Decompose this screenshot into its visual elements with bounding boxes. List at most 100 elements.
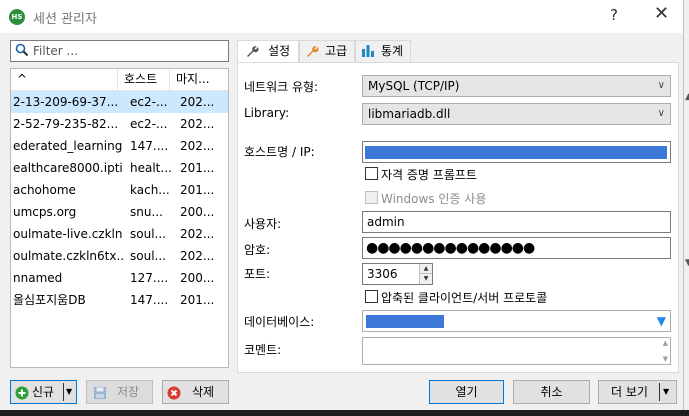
redacted-database-value — [366, 315, 444, 328]
checkbox-box[interactable] — [365, 290, 378, 303]
delete-session-label: 삭제 — [192, 385, 215, 399]
filter-input[interactable] — [33, 43, 223, 59]
tab-settings[interactable]: 설정 — [237, 40, 299, 63]
column-header-host[interactable]: 호스트 — [118, 69, 170, 90]
split-divider — [63, 383, 64, 401]
user-input[interactable]: admin — [362, 211, 671, 233]
table-row[interactable]: nnamed 127.... 200... — [11, 267, 228, 289]
title-bar: HS 세션 관리자 ? ✕ — [0, 0, 689, 33]
tab-settings-label: 설정 — [268, 44, 291, 58]
library-select[interactable]: libmariadb.dll ∨ — [362, 103, 671, 125]
close-button[interactable]: ✕ — [654, 3, 669, 24]
table-row[interactable]: umcps.org snu... 200... — [11, 201, 228, 223]
wrench-orange-icon — [305, 44, 319, 64]
library-label: Library: — [244, 106, 290, 120]
table-cell-host: healt... — [130, 161, 172, 175]
compressed-protocol-label: 압축된 클라이언트/서버 프로토콜 — [381, 291, 548, 305]
scroll-mark-icon: ▼ — [685, 258, 689, 268]
column-header-last-connect[interactable]: 마지... — [170, 69, 228, 90]
cancel-button[interactable]: 취소 — [513, 380, 590, 404]
table-cell-host: snu... — [130, 205, 163, 219]
comment-label: 코멘트: — [244, 343, 282, 357]
windows-auth-checkbox[interactable]: Windows 인증 사용 — [365, 190, 486, 207]
table-cell-last: 202... — [180, 117, 215, 131]
table-cell-last: 200... — [180, 205, 215, 219]
table-cell-last: 201... — [180, 293, 215, 307]
tab-advanced-label: 고급 — [325, 44, 348, 58]
table-cell-name: ealthcare8000.ipti... — [13, 161, 123, 175]
tab-statistics-label: 통계 — [381, 44, 404, 58]
table-row[interactable]: 2-13-209-69-37... ec2-... 202... — [11, 91, 228, 113]
wrench-icon — [245, 44, 259, 64]
table-cell-last: 201... — [180, 161, 215, 175]
scroll-up-icon[interactable]: ▲ — [663, 339, 668, 347]
table-row[interactable]: oulmate.czkln6tx... soul... 202... — [11, 245, 228, 267]
table-cell-host: soul... — [130, 249, 166, 263]
database-label: 데이터베이스: — [244, 315, 315, 329]
table-cell-name: oulmate-live.czkln... — [13, 227, 123, 241]
table-cell-host: ec2-... — [130, 117, 168, 131]
table-row[interactable]: 올심포지움DB 147.... 201... — [11, 289, 228, 311]
scroll-down-icon[interactable]: ▼ — [663, 355, 668, 363]
table-cell-name: 2-52-79-235-82... — [13, 117, 119, 131]
table-row[interactable]: ealthcare8000.ipti... healt... 201... — [11, 157, 228, 179]
tab-statistics[interactable]: 통계 — [355, 40, 411, 62]
chevron-down-icon[interactable]: ▼ — [66, 381, 72, 403]
checkbox-box[interactable] — [365, 191, 378, 204]
column-header-name[interactable]: ^ — [11, 69, 118, 90]
chevron-down-icon[interactable]: ▼ — [663, 381, 669, 403]
save-icon — [93, 385, 107, 407]
dropdown-arrow-icon[interactable]: ▼ — [657, 314, 666, 328]
compressed-protocol-checkbox[interactable]: 압축된 클라이언트/서버 프로토콜 — [365, 289, 547, 306]
app-icon: HS — [9, 9, 25, 25]
window-title: 세션 관리자 — [33, 12, 97, 27]
new-session-label: 신규 — [32, 385, 55, 399]
split-divider — [659, 383, 660, 401]
credential-prompt-checkbox[interactable]: 자격 증명 프롬프트 — [365, 166, 477, 183]
session-list-header: ^ 호스트 마지... — [11, 69, 228, 91]
chevron-down-icon: ∨ — [657, 108, 665, 119]
table-cell-last: 201... — [180, 183, 215, 197]
save-session-button[interactable]: 저장 — [86, 380, 153, 404]
help-button[interactable]: ? — [610, 6, 618, 24]
credential-prompt-label: 자격 증명 프롬프트 — [381, 168, 477, 182]
table-cell-host: ec2-... — [130, 95, 168, 109]
chevron-down-icon: ∨ — [657, 80, 665, 91]
table-cell-host: 127.... — [130, 271, 169, 285]
new-session-button[interactable]: 신규 ▼ — [10, 380, 77, 404]
checkbox-box[interactable] — [365, 167, 378, 180]
network-type-value: MySQL (TCP/IP) — [368, 79, 460, 93]
port-label: 포트: — [244, 267, 271, 281]
table-cell-name: oulmate.czkln6tx... — [13, 249, 123, 263]
decrement-icon[interactable]: ▼ — [419, 273, 432, 284]
more-button[interactable]: 더 보기 ▼ — [598, 380, 677, 404]
host-input[interactable] — [362, 141, 671, 163]
table-row[interactable]: achohome kach... 201... — [11, 179, 228, 201]
search-icon — [15, 43, 29, 60]
database-select[interactable]: ▼ — [362, 310, 671, 332]
table-cell-name: nnamed — [13, 271, 63, 285]
password-label: 암호: — [244, 243, 271, 257]
user-label: 사용자: — [244, 217, 282, 231]
filter-box[interactable] — [10, 40, 229, 62]
table-row[interactable]: ederated_learning 147.... 202... — [11, 135, 228, 157]
windows-auth-label: Windows 인증 사용 — [381, 192, 487, 206]
comment-textarea[interactable]: ▲ ▼ — [362, 337, 671, 365]
delete-session-button[interactable]: 삭제 — [162, 380, 229, 404]
network-type-select[interactable]: MySQL (TCP/IP) ∨ — [362, 75, 671, 97]
delete-icon — [167, 385, 181, 407]
table-cell-last: 202... — [180, 139, 215, 153]
table-row[interactable]: 2-52-79-235-82... ec2-... 202... — [11, 113, 228, 135]
port-stepper[interactable]: 3306 ▲ ▼ — [362, 263, 433, 285]
password-input[interactable]: ●●●●●●●●●●●●●●● — [362, 237, 671, 259]
add-icon — [15, 385, 29, 407]
table-row[interactable]: oulmate-live.czkln... soul... 202... — [11, 223, 228, 245]
open-button[interactable]: 열기 — [429, 380, 504, 404]
tab-advanced[interactable]: 고급 — [299, 40, 355, 62]
user-value: admin — [367, 215, 405, 229]
session-list[interactable]: ^ 호스트 마지... 2-13-209-69-37... ec2-... 202.… — [10, 68, 229, 368]
table-cell-last: 200... — [180, 271, 215, 285]
window-edge — [683, 0, 689, 410]
more-label: 더 보기 — [611, 385, 648, 399]
table-cell-host: 147.... — [130, 139, 169, 153]
